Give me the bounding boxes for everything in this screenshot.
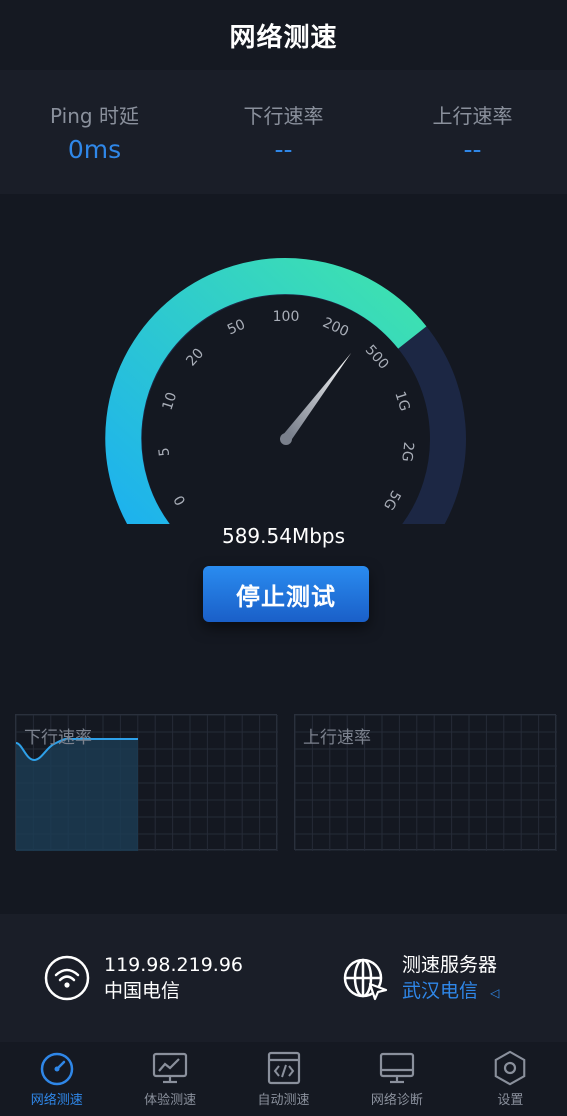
gauge-tick-labels: 0 5 1020 50 100 200 500 1G 2G 5G xyxy=(156,309,416,513)
stat-upload: 上行速率 -- xyxy=(378,70,567,194)
gauge-tick-10: 10 xyxy=(160,390,181,412)
tab-speed-test[interactable]: 网络测速 xyxy=(0,1042,113,1116)
ip-info: 119.98.219.96 中国电信 xyxy=(44,952,243,1004)
gauge-tick-20: 20 xyxy=(183,345,207,369)
upload-chart: 上行速率 xyxy=(294,714,557,852)
isp-name: 中国电信 xyxy=(104,980,181,1002)
stop-test-button[interactable]: 停止测试 xyxy=(203,566,369,622)
stat-ping: Ping 时延 0ms xyxy=(0,70,189,194)
network-info-panel: 119.98.219.96 中国电信 测速服务器 武汉电信 ◁ xyxy=(0,914,567,1042)
server-name[interactable]: 武汉电信 ◁ xyxy=(402,978,499,1006)
tab-experience-test[interactable]: 体验测速 xyxy=(113,1042,226,1116)
speedometer-icon xyxy=(40,1052,73,1086)
ip-address: 119.98.219.96 xyxy=(104,954,244,976)
tab-auto-test[interactable]: 自动测速 xyxy=(227,1042,340,1116)
gauge-dial: 0 5 1020 50 100 200 500 1G 2G 5G xyxy=(105,258,466,550)
download-chart-label: 下行速率 xyxy=(24,728,92,748)
gauge-tick-2G: 2G xyxy=(398,441,416,462)
globe-cursor-icon xyxy=(343,958,388,1001)
upload-chart-label: 上行速率 xyxy=(303,728,371,748)
tab-settings[interactable]: 设置 xyxy=(454,1042,567,1116)
gauge-tick-50: 50 xyxy=(225,317,248,339)
speed-gauge: 0 5 10 20 50 100 200 500 1G 2G 5G 589.54Mbps 停止测试 xyxy=(0,194,567,714)
gauge-tick-200: 200 xyxy=(320,315,351,340)
page-title: 网络测速 xyxy=(229,22,338,53)
monitor-icon xyxy=(379,1052,415,1084)
monitor-chart-icon xyxy=(153,1052,188,1084)
stat-upload-value: -- xyxy=(463,135,482,164)
stat-upload-label: 上行速率 xyxy=(432,104,513,128)
download-chart: 下行速率 xyxy=(15,714,278,852)
gauge-tick-5G: 5G xyxy=(380,487,404,512)
code-window-icon xyxy=(267,1051,300,1085)
stat-ping-value: 0ms xyxy=(67,135,122,164)
caret-left-icon: ◁ xyxy=(490,986,500,1000)
app-header: 网络测速 xyxy=(0,0,567,70)
tab-diagnosis-label: 网络诊断 xyxy=(370,1093,423,1108)
current-speed: 589.54Mbps xyxy=(221,524,346,548)
stat-download-label: 下行速率 xyxy=(243,104,324,128)
gauge-tick-500: 500 xyxy=(362,342,392,373)
tab-diagnosis[interactable]: 网络诊断 xyxy=(340,1042,453,1116)
stat-download-value: -- xyxy=(274,135,293,164)
stat-ping-label: Ping 时延 xyxy=(50,104,139,128)
stat-download: 下行速率 -- xyxy=(189,70,378,194)
gauge-tick-0: 0 xyxy=(171,492,189,508)
server-name-text: 武汉电信 xyxy=(402,980,479,1002)
tab-auto-test-label: 自动测速 xyxy=(257,1093,310,1108)
tab-speed-test-label: 网络测速 xyxy=(30,1093,83,1108)
gauge-tick-100: 100 xyxy=(273,309,300,325)
stats-panel: Ping 时延 0ms 下行速率 -- 上行速率 -- xyxy=(0,70,567,194)
gauge-tick-5: 5 xyxy=(156,447,173,458)
tab-experience-test-label: 体验测速 xyxy=(144,1093,197,1108)
bottom-tab-bar: 网络测速 体验测速 自动测速 网络诊断 设置 xyxy=(0,1042,567,1116)
download-chart-area xyxy=(16,738,138,851)
wifi-icon xyxy=(44,955,90,1001)
server-info[interactable]: 测速服务器 武汉电信 ◁ xyxy=(342,952,499,1006)
gauge-tick-1G: 1G xyxy=(391,389,412,413)
hexagon-gear-icon xyxy=(495,1050,526,1086)
gauge-hub xyxy=(280,433,292,445)
gauge-needle xyxy=(282,352,352,442)
server-title: 测速服务器 xyxy=(402,954,498,976)
tab-settings-label: 设置 xyxy=(497,1093,524,1108)
